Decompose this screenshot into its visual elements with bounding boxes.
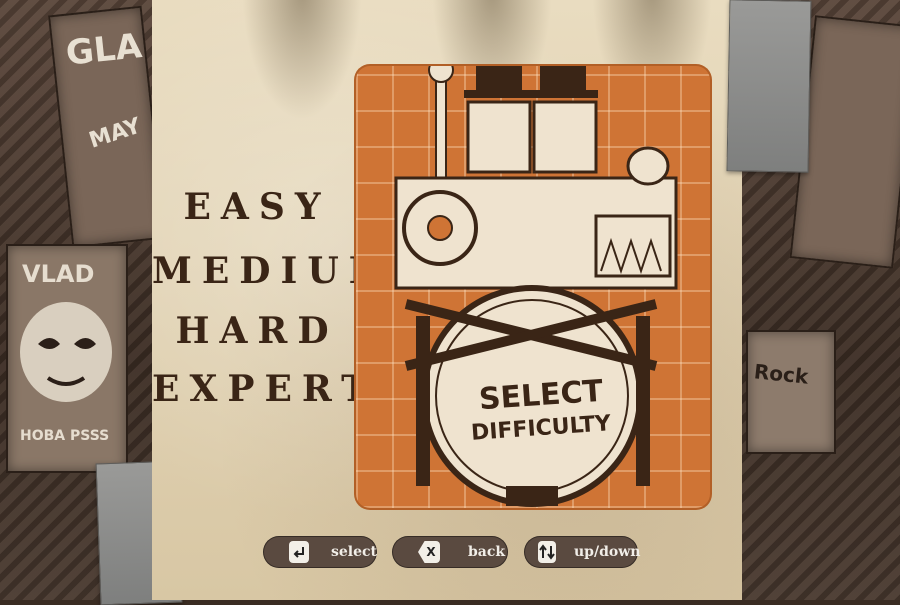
difficulty-easy[interactable]: EASY [152,186,362,228]
poster-vlad-text: VLAD [22,260,95,288]
difficulty-hard[interactable]: HARD [152,310,362,352]
difficulty-expert[interactable]: EXPERT [152,368,368,410]
poster-date-text: MAY [86,113,145,154]
x-key-icon: X [418,541,440,563]
difficulty-medium[interactable]: MEDIUM [152,250,389,292]
poster-rock-text: Rock [752,359,810,389]
band-illustration [394,66,678,507]
poster-rock: Rock [746,330,836,454]
hint-updown[interactable]: up/down [524,536,641,568]
poster-vlad: VLAD HOBA PSSS [6,244,128,473]
x-key-glyph: X [426,545,436,559]
spotlight-left [242,0,362,120]
hint-updown-label: up/down [574,544,641,560]
poster-sign-text: HOBA PSSS [20,428,110,444]
button-prompts: select X back up/down [0,536,900,576]
duct-tape-top-right [726,0,812,173]
up-down-glyph [539,544,555,560]
up-down-arrows-icon [538,541,556,563]
hint-back-label: back [468,544,506,560]
hint-select[interactable]: select [263,536,377,568]
hint-select-label: select [330,544,377,560]
hint-back[interactable]: X back [392,536,508,568]
enter-key-icon [289,541,309,563]
return-arrow-glyph [293,547,304,558]
skull-illustration [20,302,112,402]
left-wall-posters: GLA MAY VLAD HOBA PSSS [0,0,183,605]
poster-gla-text: GLA [64,26,144,74]
poster-gla: GLA MAY [48,5,166,249]
select-difficulty-poster: SELECT DIFFICULTY [356,66,710,508]
right-wall-posters: Rock [726,0,900,600]
